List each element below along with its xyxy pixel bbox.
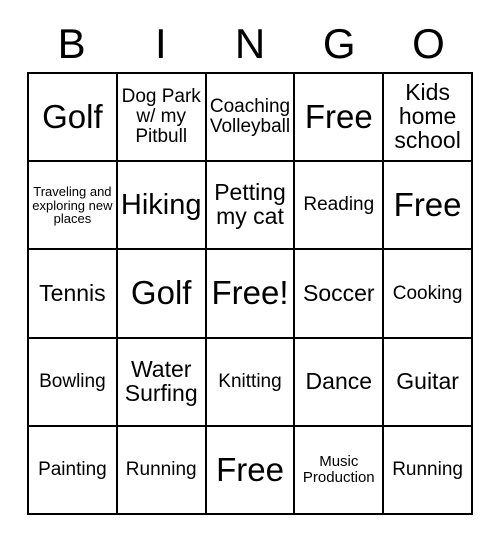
bingo-cell[interactable]: Golf	[117, 250, 207, 339]
bingo-cell[interactable]: Running	[117, 426, 207, 516]
bingo-cell-label: Water Surfing	[124, 355, 198, 406]
bingo-cell[interactable]: Free	[206, 426, 296, 516]
bingo-cell-label: Cooking	[392, 282, 463, 304]
bingo-header-letter-g: G	[322, 20, 356, 67]
bingo-cell[interactable]: Knitting	[206, 338, 296, 427]
bingo-row: Bowling Water Surfing Knitting Dance Gui…	[29, 338, 473, 427]
bingo-cell[interactable]: Free	[384, 162, 473, 251]
bingo-cell-label: Petting my cat	[214, 179, 286, 230]
bingo-cell[interactable]: Water Surfing	[117, 338, 207, 427]
bingo-cell-label: Kids home school	[394, 79, 461, 154]
bingo-header-letter-i: I	[154, 20, 167, 67]
bingo-cell[interactable]: Running	[384, 426, 473, 516]
bingo-cell-label: Free	[216, 450, 284, 488]
bingo-cell[interactable]: Painting	[29, 426, 118, 516]
bingo-cell-label: Tennis	[39, 279, 106, 306]
bingo-cell-label: Golf	[130, 274, 192, 312]
bingo-header-letter-b: B	[57, 20, 86, 67]
bingo-cell-label: Free	[304, 97, 373, 135]
bingo-cell[interactable]: Dance	[295, 338, 385, 427]
bingo-header-letter-n: N	[234, 20, 266, 67]
bingo-cell-label: Knitting	[218, 370, 282, 392]
bingo-cell-label: Reading	[303, 194, 375, 216]
bingo-cell[interactable]: Traveling and exploring new places	[29, 162, 118, 251]
bingo-cell-label: Free!	[211, 274, 289, 312]
bingo-cell[interactable]: Guitar	[384, 338, 473, 427]
bingo-cell[interactable]: Petting my cat	[206, 162, 296, 251]
bingo-cell-label: Soccer	[302, 279, 375, 306]
bingo-cell[interactable]: Bowling	[29, 338, 118, 427]
bingo-cell-label: Coaching Volleyball	[209, 96, 291, 138]
bingo-cell-label: Hiking	[120, 189, 202, 222]
bingo-cell-label: Golf	[42, 97, 103, 135]
bingo-cell-label: Painting	[38, 459, 107, 481]
bingo-cell-label: Traveling and exploring new places	[32, 184, 113, 227]
bingo-cell-label: Bowling	[39, 370, 106, 392]
bingo-cell-label: Running	[392, 459, 463, 481]
bingo-cell[interactable]: Free!	[206, 250, 296, 339]
bingo-cell[interactable]: Coaching Volleyball	[206, 74, 296, 163]
bingo-cell-label: Free	[393, 186, 462, 224]
bingo-cell[interactable]: Tennis	[29, 250, 118, 339]
bingo-cell[interactable]: Free	[295, 74, 385, 163]
bingo-cell[interactable]: Soccer	[295, 250, 385, 339]
bingo-cell[interactable]: Reading	[295, 162, 385, 251]
bingo-cell-label: Guitar	[396, 367, 459, 394]
bingo-row: Tennis Golf Free! Soccer Cooking	[29, 250, 473, 339]
bingo-cell[interactable]: Dog Park w/ my Pitbull	[117, 74, 207, 163]
bingo-header-letter-o: O	[412, 20, 445, 67]
bingo-cell[interactable]: Music Production	[295, 426, 385, 516]
bingo-header: B I N G O	[27, 18, 473, 70]
bingo-cell-label: Running	[125, 459, 197, 481]
bingo-cell[interactable]: Cooking	[384, 250, 473, 339]
bingo-row: Painting Running Free Music Production R…	[29, 426, 473, 516]
bingo-grid: Golf Dog Park w/ my Pitbull Coaching Vol…	[27, 72, 473, 516]
bingo-cell-label: Dance	[305, 367, 373, 394]
bingo-cell-label: Music Production	[302, 453, 375, 486]
bingo-cell[interactable]: Hiking	[117, 162, 207, 251]
bingo-row: Golf Dog Park w/ my Pitbull Coaching Vol…	[29, 74, 473, 163]
bingo-cell[interactable]: Kids home school	[384, 74, 473, 163]
bingo-row: Traveling and exploring new places Hikin…	[29, 162, 473, 251]
bingo-cell[interactable]: Golf	[29, 74, 118, 163]
bingo-card: B I N G O Golf Dog Park w/ my Pitbull Co…	[0, 0, 500, 544]
bingo-cell-label: Dog Park w/ my Pitbull	[121, 86, 201, 147]
